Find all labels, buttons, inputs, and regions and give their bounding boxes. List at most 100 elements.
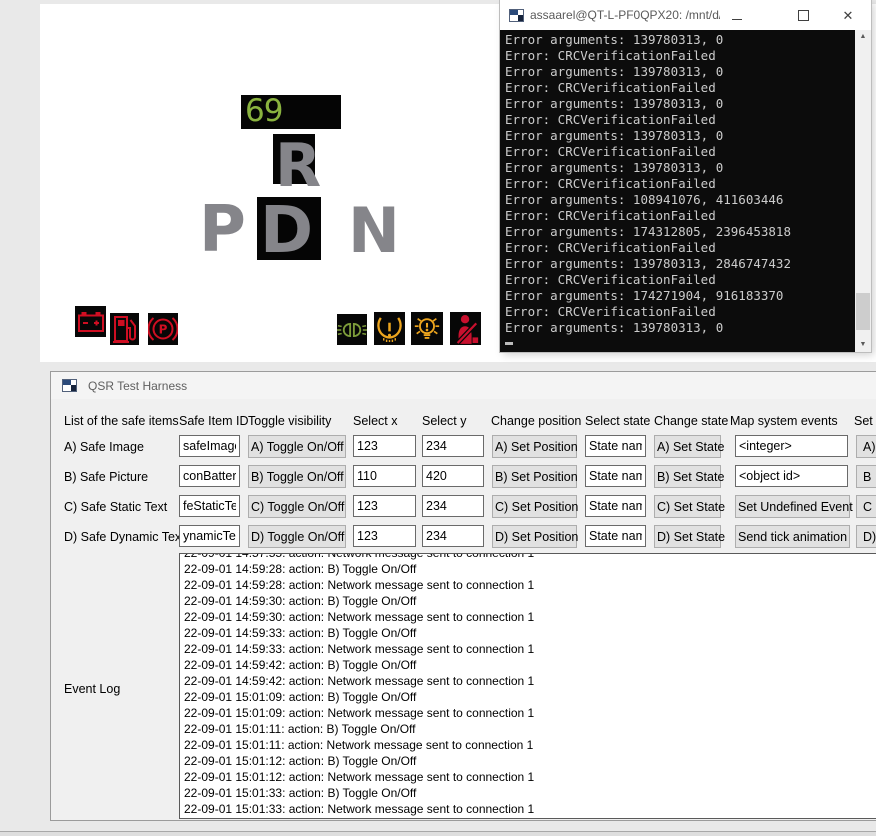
close-button[interactable]: ✕	[837, 7, 859, 24]
column-header-select-y: Select y	[422, 414, 466, 428]
event-log-entry: 22-09-01 14:59:28: action: B) Toggle On/…	[184, 561, 876, 577]
terminal-line: Error arguments: 174312805, 2396453818	[500, 224, 855, 240]
low-fuel-icon	[110, 313, 139, 345]
safe-item-id-input-d[interactable]	[179, 525, 240, 547]
harness-window: QSR Test Harness List of the safe items …	[50, 371, 876, 821]
send-tick-animation-button[interactable]: Send tick animation	[735, 525, 850, 548]
event-log-entry: 22-09-01 15:01:11: action: B) Toggle On/…	[184, 721, 876, 737]
speed-display: 69	[241, 95, 341, 129]
event-log-entry: 22-09-01 14:59:42: action: Network messa…	[184, 673, 876, 689]
gear-indicator-d-box: D	[257, 197, 321, 260]
gear-r: R	[275, 136, 321, 196]
set-system-event-button-b[interactable]: B	[856, 465, 876, 488]
set-state-button-c[interactable]: C) Set State	[654, 495, 721, 518]
terminal-line: Error: CRCVerificationFailed	[500, 208, 855, 224]
terminal-line: Error arguments: 139780313, 0	[500, 320, 855, 336]
event-log-entry: 22-09-01 14:57:55: action: Network messa…	[184, 553, 876, 561]
column-header-map-system-events: Map system events	[730, 414, 838, 428]
column-header-change-position: Change position	[491, 414, 581, 428]
toggle-visibility-button-a[interactable]: A) Toggle On/Off	[248, 435, 346, 458]
event-log[interactable]: 22-09-01 14:57:55: action: Network messa…	[179, 553, 876, 819]
terminal-title: assaarel@QT-L-PF0QPX20: /mnt/d/...	[530, 8, 720, 22]
terminal-line: Error: CRCVerificationFailed	[500, 80, 855, 96]
set-system-event-button-a[interactable]: A)	[856, 435, 876, 458]
gear-d: D	[260, 199, 313, 263]
tire-pressure-icon	[374, 312, 405, 345]
safe-item-label-d: D) Safe Dynamic Text	[64, 530, 185, 544]
scrollbar-thumb[interactable]	[856, 293, 870, 330]
select-state-input-b[interactable]	[585, 465, 646, 487]
svg-text:P: P	[159, 323, 168, 337]
select-state-input-a[interactable]	[585, 435, 646, 457]
terminal-line: Error: CRCVerificationFailed	[500, 176, 855, 192]
maximize-button[interactable]	[792, 7, 814, 24]
terminal-line: Error: CRCVerificationFailed	[500, 144, 855, 160]
event-log-entry: 22-09-01 15:01:33: action: Network messa…	[184, 801, 876, 817]
select-y-input-d[interactable]	[422, 525, 484, 547]
terminal-output[interactable]: Error arguments: 139780313, 0 Error: CRC…	[500, 30, 855, 352]
terminal-window: assaarel@QT-L-PF0QPX20: /mnt/d/... ✕ Err…	[500, 0, 871, 352]
map-event-input-a[interactable]	[735, 435, 848, 457]
position-lamps-icon	[337, 314, 367, 345]
select-y-input-a[interactable]	[422, 435, 484, 457]
column-header-select-x: Select x	[353, 414, 397, 428]
terminal-line: Error: CRCVerificationFailed	[500, 112, 855, 128]
terminal-line: Error arguments: 139780313, 0	[500, 128, 855, 144]
event-log-entry: 22-09-01 15:01:11: action: Network messa…	[184, 737, 876, 753]
terminal-line: Error: CRCVerificationFailed	[500, 240, 855, 256]
set-position-button-b[interactable]: B) Set Position	[492, 465, 577, 488]
scroll-down-icon[interactable]: ▼	[855, 338, 871, 352]
event-log-entry: 22-09-01 14:59:33: action: B) Toggle On/…	[184, 625, 876, 641]
harness-window-title: QSR Test Harness	[88, 379, 187, 393]
select-state-input-c[interactable]	[585, 495, 646, 517]
terminal-line: Error arguments: 139780313, 2846747432	[500, 256, 855, 272]
event-log-entry: 22-09-01 14:59:30: action: B) Toggle On/…	[184, 593, 876, 609]
set-system-event-button-d[interactable]: D) S	[856, 525, 876, 548]
column-header-safe-item-id: Safe Item ID	[179, 414, 248, 428]
set-state-button-b[interactable]: B) Set State	[654, 465, 721, 488]
select-state-input-d[interactable]	[585, 525, 646, 547]
toggle-visibility-button-d[interactable]: D) Toggle On/Off	[248, 525, 346, 548]
toggle-visibility-button-b[interactable]: B) Toggle On/Off	[248, 465, 346, 488]
safe-item-label-a: A) Safe Image	[64, 440, 144, 454]
gear-n: N	[348, 200, 400, 262]
column-header-safe-items: List of the safe items	[64, 414, 179, 428]
scroll-up-icon[interactable]: ▲	[855, 30, 871, 44]
set-position-button-c[interactable]: C) Set Position	[492, 495, 577, 518]
harness-titlebar[interactable]: QSR Test Harness	[51, 372, 876, 399]
safe-item-id-input-c[interactable]	[179, 495, 240, 517]
select-x-input-c[interactable]	[353, 495, 416, 517]
terminal-line: Error: CRCVerificationFailed	[500, 272, 855, 288]
event-log-entry: 22-09-01 15:01:12: action: Network messa…	[184, 769, 876, 785]
set-state-button-d[interactable]: D) Set State	[654, 525, 721, 548]
minimize-button[interactable]	[726, 7, 748, 24]
set-position-button-d[interactable]: D) Set Position	[492, 525, 577, 548]
terminal-line: Error: CRCVerificationFailed	[500, 304, 855, 320]
event-log-entry: 22-09-01 14:59:42: action: B) Toggle On/…	[184, 657, 876, 673]
safe-item-id-input-b[interactable]	[179, 465, 240, 487]
set-undefined-event-button[interactable]: Set Undefined Event	[735, 495, 850, 518]
safe-item-label-b: B) Safe Picture	[64, 470, 148, 484]
terminal-scrollbar[interactable]: ▲ ▼	[855, 30, 871, 352]
terminal-line: Error arguments: 174271904, 916183370	[500, 288, 855, 304]
event-log-entry: 22-09-01 14:59:30: action: Network messa…	[184, 609, 876, 625]
bulb-failure-icon	[411, 312, 443, 345]
bottom-edge	[0, 832, 876, 836]
terminal-cursor	[505, 342, 513, 345]
harness-app-icon	[62, 379, 77, 392]
select-x-input-d[interactable]	[353, 525, 416, 547]
set-system-event-button-c[interactable]: C	[856, 495, 876, 518]
set-position-button-a[interactable]: A) Set Position	[492, 435, 577, 458]
event-log-label: Event Log	[64, 682, 120, 696]
set-state-button-a[interactable]: A) Set State	[654, 435, 721, 458]
map-event-input-b[interactable]	[735, 465, 848, 487]
terminal-app-icon	[509, 9, 524, 22]
select-y-input-c[interactable]	[422, 495, 484, 517]
select-x-input-b[interactable]	[353, 465, 416, 487]
safe-item-id-input-a[interactable]	[179, 435, 240, 457]
event-log-entry: 22-09-01 14:59:33: action: Network messa…	[184, 641, 876, 657]
terminal-titlebar[interactable]: assaarel@QT-L-PF0QPX20: /mnt/d/... ✕	[500, 0, 871, 30]
select-x-input-a[interactable]	[353, 435, 416, 457]
toggle-visibility-button-c[interactable]: C) Toggle On/Off	[248, 495, 346, 518]
select-y-input-b[interactable]	[422, 465, 484, 487]
